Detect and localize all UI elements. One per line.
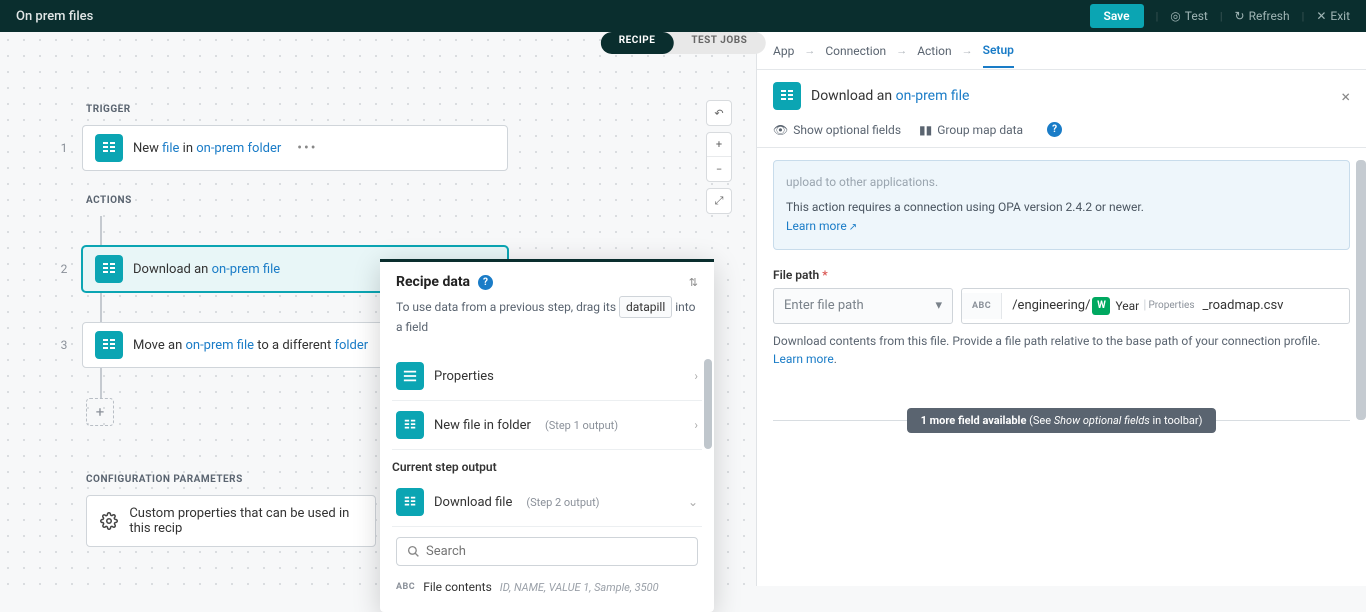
- breadcrumb-connection[interactable]: Connection: [825, 44, 886, 58]
- group-map-data-button[interactable]: ▮▮Group map data: [919, 123, 1023, 137]
- learn-more-link[interactable]: Learn more↗: [786, 219, 857, 233]
- zoom-out-button[interactable]: −: [707, 157, 731, 181]
- breadcrumb-setup[interactable]: Setup: [983, 43, 1014, 68]
- datapill-year[interactable]: Year: [1115, 299, 1139, 313]
- popover-title: Recipe data: [396, 274, 470, 290]
- workday-pill-icon: W: [1092, 297, 1110, 315]
- datapill-tag: datapill: [619, 296, 672, 318]
- file-icon: [95, 331, 123, 359]
- save-button[interactable]: Save: [1090, 4, 1144, 28]
- properties-icon: [396, 362, 424, 390]
- step-text: New file in on-prem folder: [133, 141, 281, 156]
- recipe-canvas[interactable]: ↶ + − ⤢ TRIGGER 1 New file in on-prem fo…: [0, 32, 756, 586]
- panel-body: upload to other applications. This actio…: [757, 148, 1366, 586]
- panel-title: Download an on-prem file: [811, 88, 969, 104]
- undo-button[interactable]: ↶: [707, 101, 731, 125]
- type-badge: ABC: [962, 293, 1002, 319]
- step-number: 2: [58, 262, 70, 276]
- chevron-right-icon: ›: [694, 418, 698, 432]
- step-text: Download an on-prem file: [133, 262, 280, 277]
- popover-item-trigger-output[interactable]: New file in folder (Step 1 output) ›: [392, 401, 702, 450]
- learn-more-link[interactable]: Learn more: [773, 352, 834, 366]
- config-text: Custom properties that can be used in th…: [129, 506, 363, 536]
- step-text: Move an on-prem file to a different fold…: [133, 338, 368, 353]
- popover-subtitle: To use data from a previous step, drag i…: [396, 296, 698, 336]
- more-fields-pill[interactable]: 1 more field available (See Show optiona…: [907, 408, 1217, 433]
- arrow-icon: →: [804, 44, 815, 57]
- topbar: On prem files Save | ◎Test | ↻Refresh | …: [0, 0, 1366, 32]
- trigger-label: TRIGGER: [86, 104, 508, 115]
- external-link-icon: ↗: [849, 222, 857, 233]
- help-icon[interactable]: ?: [478, 275, 493, 290]
- test-button[interactable]: ◎Test: [1170, 9, 1208, 23]
- show-optional-fields-button[interactable]: 👁Show optional fields: [773, 123, 901, 137]
- actions-label: ACTIONS: [86, 195, 508, 206]
- scrollbar-thumb[interactable]: [1356, 160, 1366, 420]
- expand-icon[interactable]: ⇅: [689, 276, 698, 289]
- canvas-controls: ↶ + − ⤢: [706, 100, 732, 214]
- current-step-output-label: Current step output: [392, 460, 702, 474]
- recipe-title: On prem files: [16, 9, 93, 24]
- breadcrumb-action[interactable]: Action: [917, 44, 951, 58]
- popover-item-current-output[interactable]: Download file (Step 2 output) ⌄: [392, 478, 702, 527]
- popover-item-properties[interactable]: Properties ›: [392, 352, 702, 401]
- file-path-help: Download contents from this file. Provid…: [773, 332, 1350, 368]
- popover-search[interactable]: [396, 537, 698, 566]
- recipe-data-popover: Recipe data ? ⇅ To use data from a previ…: [380, 259, 714, 612]
- arrow-icon: →: [962, 44, 973, 57]
- help-icon[interactable]: ?: [1047, 122, 1062, 137]
- close-button[interactable]: ×: [1341, 87, 1350, 106]
- search-input[interactable]: [426, 544, 687, 559]
- config-card[interactable]: Custom properties that can be used in th…: [86, 495, 376, 547]
- panel-toolbar: 👁Show optional fields ▮▮Group map data ?: [757, 122, 1366, 148]
- eye-icon: 👁: [773, 123, 788, 137]
- step-more-icon[interactable]: •••: [291, 140, 323, 156]
- panel-header: Download an on-prem file ×: [757, 70, 1366, 122]
- zoom-in-button[interactable]: +: [707, 133, 731, 157]
- fit-button[interactable]: ⤢: [707, 189, 731, 213]
- arrow-icon: →: [896, 44, 907, 57]
- more-fields-bar: 1 more field available (See Show optiona…: [773, 408, 1350, 433]
- setup-panel: App → Connection → Action → Setup Downlo…: [756, 32, 1366, 586]
- gear-icon: [99, 509, 119, 533]
- type-badge: ABC: [396, 582, 415, 592]
- add-step-button[interactable]: +: [86, 398, 114, 426]
- file-path-dropdown[interactable]: Enter file path ▾: [773, 288, 953, 324]
- tab-recipe[interactable]: RECIPE: [601, 32, 674, 54]
- file-icon: [773, 82, 801, 110]
- breadcrumb: App → Connection → Action → Setup: [757, 32, 1366, 70]
- refresh-button[interactable]: ↻Refresh: [1235, 9, 1290, 23]
- breadcrumb-app[interactable]: App: [773, 44, 794, 58]
- step-number: 1: [58, 141, 70, 155]
- file-icon: [396, 488, 424, 516]
- topbar-actions: Save | ◎Test | ↻Refresh | ✕Exit: [1090, 4, 1351, 28]
- chevron-down-icon: ▾: [935, 298, 942, 313]
- chevron-down-icon: ⌄: [688, 495, 698, 509]
- tab-test-jobs[interactable]: TEST JOBS: [673, 32, 765, 54]
- info-box: upload to other applications. This actio…: [773, 160, 1350, 250]
- trigger-step[interactable]: New file in on-prem folder •••: [82, 125, 508, 171]
- file-icon: [95, 134, 123, 162]
- columns-icon: ▮▮: [919, 123, 932, 137]
- chevron-right-icon: ›: [694, 369, 698, 383]
- exit-button[interactable]: ✕Exit: [1316, 9, 1350, 23]
- formula-content: /engineering/ W Year | Properties _roadm…: [1002, 289, 1293, 323]
- file-path-label: File path *: [773, 268, 1350, 282]
- step-number: 3: [58, 338, 70, 352]
- tab-switcher: RECIPE TEST JOBS: [601, 32, 766, 54]
- file-icon: [95, 255, 123, 283]
- file-path-formula-input[interactable]: ABC /engineering/ W Year | Properties _r…: [961, 288, 1350, 324]
- scrollbar-thumb[interactable]: [704, 359, 712, 449]
- search-icon: [407, 545, 420, 558]
- file-icon: [396, 411, 424, 439]
- datapill-file-contents[interactable]: ABC File contents ID, NAME, VALUE 1, Sam…: [392, 574, 702, 600]
